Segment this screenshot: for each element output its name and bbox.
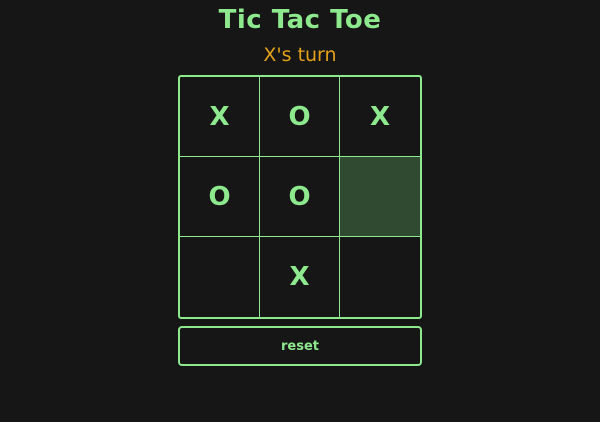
game-title: Tic Tac Toe <box>218 5 382 35</box>
tic-tac-toe-app: Tic Tac Toe X's turn X O X O O X reset <box>0 0 600 422</box>
reset-button[interactable]: reset <box>178 326 422 366</box>
board-cell-0-0[interactable]: X <box>180 77 260 157</box>
game-board: X O X O O X <box>178 75 422 319</box>
board-cell-1-1[interactable]: O <box>260 157 340 237</box>
turn-status: X's turn <box>263 44 337 66</box>
board-cell-0-2[interactable]: X <box>340 77 420 157</box>
board-cell-2-0[interactable] <box>180 237 260 317</box>
board-cell-1-0[interactable]: O <box>180 157 260 237</box>
board-cell-2-2[interactable] <box>340 237 420 317</box>
board-cell-2-1[interactable]: X <box>260 237 340 317</box>
board-cell-1-2[interactable] <box>340 157 420 237</box>
board-cell-0-1[interactable]: O <box>260 77 340 157</box>
